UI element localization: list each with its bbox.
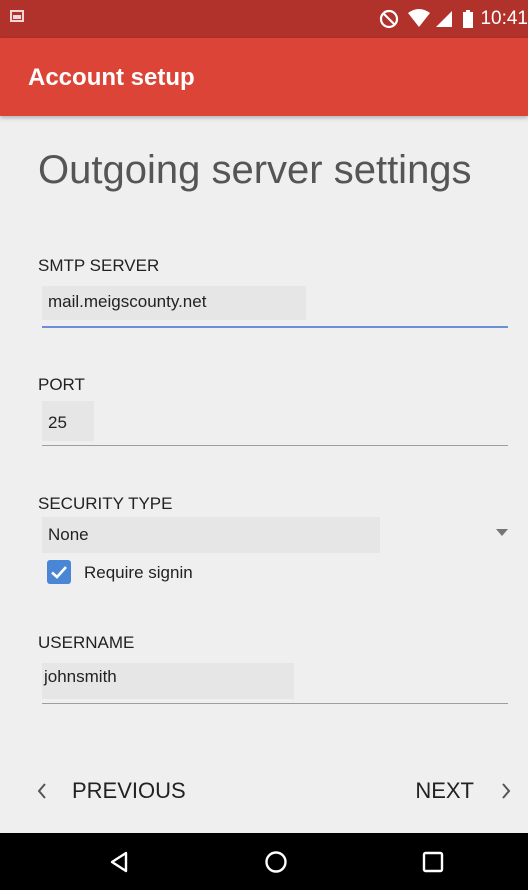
app-bar-title: Account setup	[28, 64, 195, 91]
username-value[interactable]: johnsmith	[44, 667, 117, 687]
require-signin-checkbox[interactable]	[47, 560, 71, 584]
security-type-value[interactable]: None	[48, 525, 89, 545]
home-icon[interactable]	[264, 850, 288, 874]
chevron-left-icon	[37, 783, 46, 799]
port-value[interactable]: 25	[48, 413, 67, 433]
security-type-dropdown[interactable]	[42, 517, 380, 553]
require-signin-label[interactable]: Require signin	[84, 563, 193, 583]
image-notification-icon	[10, 10, 24, 22]
app-bar: Account setup	[0, 38, 528, 116]
username-label: USERNAME	[38, 633, 135, 652]
smtp-server-value[interactable]: mail.meigscounty.net	[48, 292, 206, 312]
port-underline	[42, 445, 508, 446]
chevron-right-icon	[502, 783, 511, 799]
dropdown-arrow-icon[interactable]	[496, 529, 508, 536]
battery-icon	[463, 10, 474, 28]
checkmark-icon	[51, 566, 67, 579]
next-button[interactable]: NEXT	[415, 760, 512, 822]
smtp-server-label: SMTP SERVER	[38, 256, 160, 275]
previous-label: PREVIOUS	[72, 778, 186, 803]
page-title: Outgoing server settings	[38, 148, 472, 192]
back-icon[interactable]	[108, 850, 130, 874]
smtp-server-underline	[42, 326, 508, 328]
previous-button[interactable]: PREVIOUS	[36, 760, 186, 822]
status-icons: 10:41	[379, 0, 528, 38]
signal-icon	[436, 11, 453, 27]
recents-icon[interactable]	[422, 851, 444, 873]
next-label: NEXT	[415, 778, 474, 803]
system-nav-bar	[0, 833, 528, 890]
wizard-nav: PREVIOUS NEXT	[0, 760, 528, 822]
port-label: PORT	[38, 375, 85, 394]
status-bar: 10:41	[0, 0, 528, 38]
security-type-label: SECURITY TYPE	[38, 494, 173, 513]
do-not-disturb-icon	[380, 9, 399, 29]
status-time: 10:41	[480, 8, 528, 29]
username-underline	[42, 703, 508, 704]
wifi-icon	[408, 9, 431, 27]
